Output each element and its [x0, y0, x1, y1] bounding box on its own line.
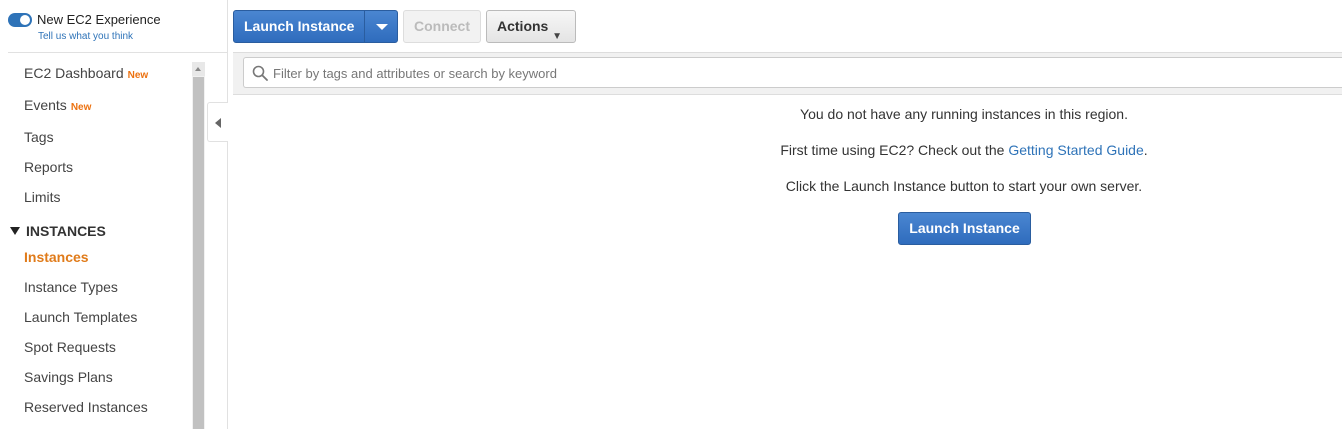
chevron-down-icon: ▼ — [552, 31, 562, 42]
collapse-triangle-icon — [10, 227, 20, 235]
launch-instance-dropdown-button[interactable] — [364, 10, 398, 43]
new-experience-toggle[interactable] — [8, 13, 32, 27]
sidebar-item-label: Events — [24, 97, 67, 113]
no-instances-message: You do not have any running instances in… — [800, 106, 1128, 122]
new-badge: New — [70, 102, 92, 113]
scrollbar-thumb[interactable] — [193, 77, 204, 429]
sidebar-item-reserved-instances[interactable]: Reserved Instances — [24, 399, 148, 415]
getting-started-suffix: . — [1143, 142, 1148, 158]
sidebar-divider — [8, 52, 227, 53]
sidebar: New EC2 Experience Tell us what you thin… — [0, 0, 228, 429]
section-header-label: INSTANCES — [26, 223, 106, 239]
sidebar-item-savings-plans[interactable]: Savings Plans — [24, 369, 113, 385]
sidebar-item-spot-requests[interactable]: Spot Requests — [24, 339, 116, 355]
actions-button[interactable]: Actions ▼ — [486, 10, 576, 43]
sidebar-item-label: EC2 Dashboard — [24, 65, 124, 81]
sidebar-item-ec2-dashboard[interactable]: EC2 Dashboard New — [24, 65, 148, 81]
connect-button[interactable]: Connect — [403, 10, 481, 43]
launch-instance-button[interactable]: Launch Instance — [233, 10, 365, 43]
sidebar-item-launch-templates[interactable]: Launch Templates — [24, 309, 137, 325]
chevron-down-icon — [376, 24, 388, 30]
new-badge: New — [127, 70, 149, 81]
sidebar-item-reports[interactable]: Reports — [24, 159, 73, 175]
sidebar-scrollbar[interactable] — [192, 62, 205, 429]
sidebar-item-instance-types[interactable]: Instance Types — [24, 279, 118, 295]
getting-started-message: First time using EC2? Check out the Gett… — [586, 142, 1342, 158]
search-icon — [252, 65, 268, 81]
feedback-link[interactable]: Tell us what you think — [38, 31, 133, 42]
section-header-instances[interactable]: INSTANCES — [10, 223, 106, 239]
sidebar-collapse-button[interactable] — [207, 102, 228, 142]
sidebar-item-tags[interactable]: Tags — [24, 129, 54, 145]
launch-instance-center-button[interactable]: Launch Instance — [898, 212, 1031, 245]
getting-started-guide-link[interactable]: Getting Started Guide — [1008, 142, 1143, 158]
sidebar-item-events[interactable]: Events New — [24, 97, 91, 113]
sidebar-item-instances[interactable]: Instances — [24, 249, 89, 265]
search-input[interactable]: Filter by tags and attributes or search … — [243, 57, 1342, 88]
new-experience-label: New EC2 Experience — [37, 12, 161, 27]
launch-hint-message: Click the Launch Instance button to star… — [785, 178, 1143, 194]
sidebar-item-limits[interactable]: Limits — [24, 189, 61, 205]
search-placeholder: Filter by tags and attributes or search … — [273, 66, 557, 81]
getting-started-prefix: First time using EC2? Check out the — [780, 142, 1005, 158]
scroll-up-arrow-icon[interactable] — [192, 62, 205, 76]
filter-bar: Filter by tags and attributes or search … — [233, 52, 1342, 95]
actions-label: Actions — [497, 18, 549, 34]
